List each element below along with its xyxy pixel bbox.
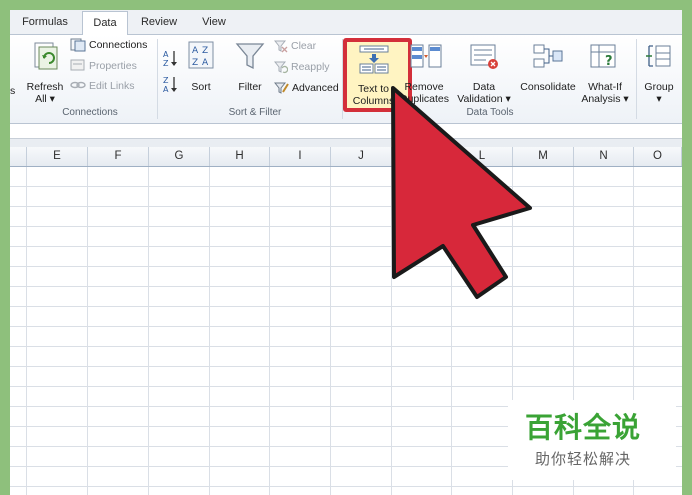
watermark-title: 百科全说 [524,411,641,444]
excel-window: Formulas Data Review View s Refresh All … [10,10,682,495]
watermark-logo: 百科全说 助你轻松解决 [508,400,676,480]
watermark-subtitle: 助你轻松解决 [534,450,631,468]
